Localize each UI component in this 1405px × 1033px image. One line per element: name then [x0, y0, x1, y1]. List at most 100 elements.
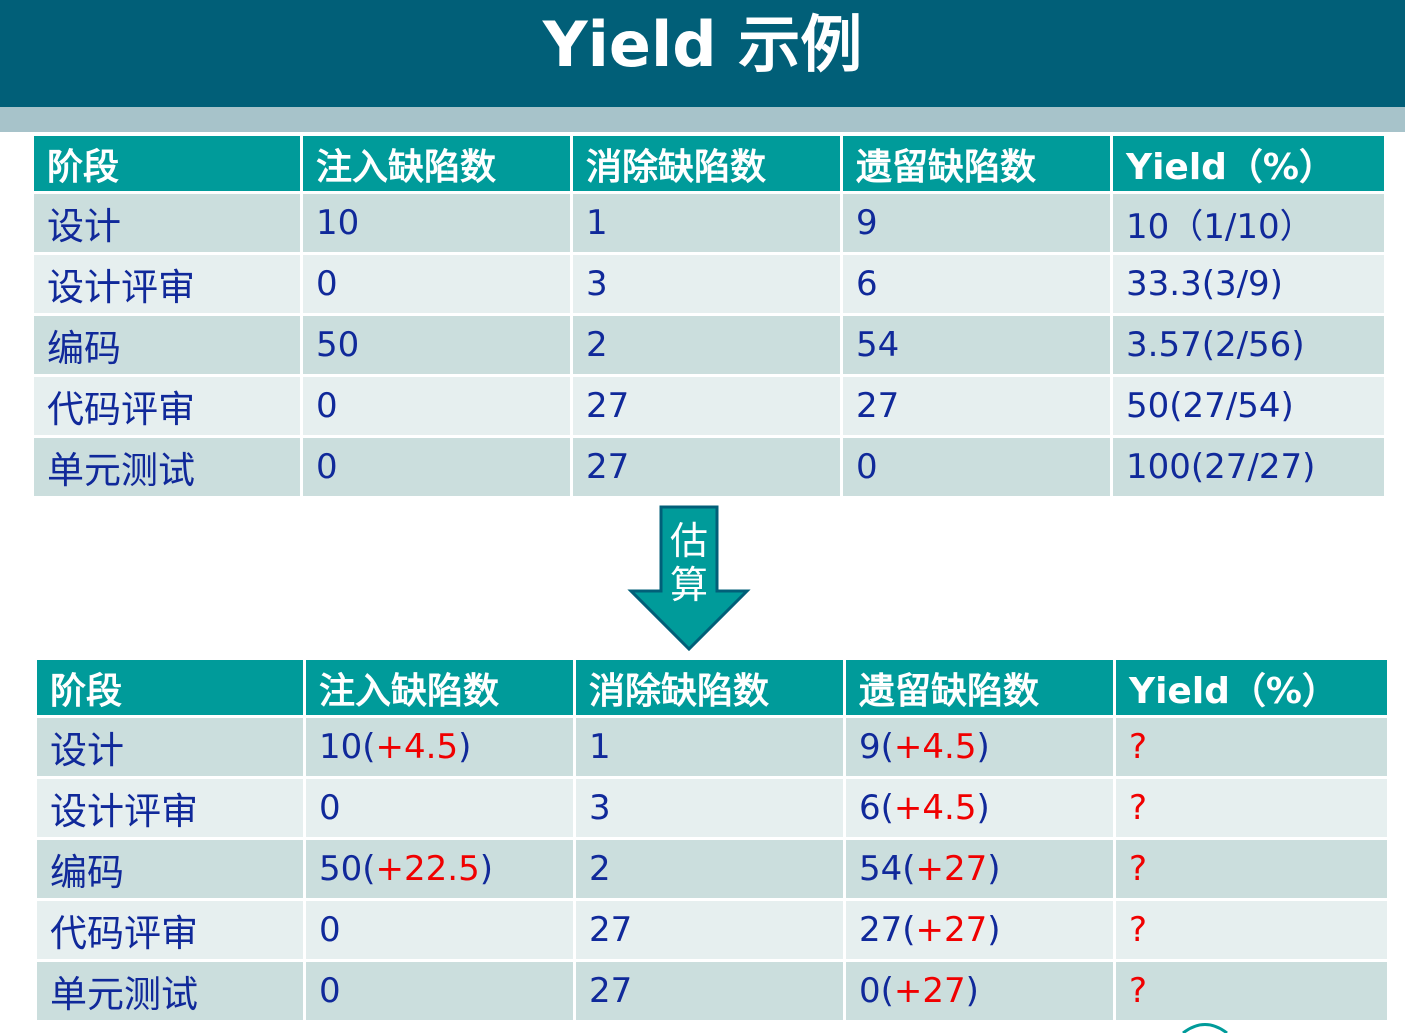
value-cell: ? [1116, 779, 1387, 837]
column-header: 注入缺陷数 [303, 136, 570, 191]
table-row: 代码评审 0 27 27 50(27/54) [34, 377, 1384, 435]
value-cell: 50 [303, 316, 570, 374]
yield-table-original: 阶段 注入缺陷数 消除缺陷数 遗留缺陷数 Yield（%） 设计 10 1 9 10（1/10）… [31, 133, 1387, 499]
table-row: 单元测试 0 27 0(+27)? [37, 962, 1387, 1020]
cell-text: 6( [859, 788, 894, 828]
table-header-row: 阶段 注入缺陷数 消除缺陷数 遗留缺陷数 Yield（%） [34, 136, 1384, 191]
value-cell: 50(27/54) [1113, 377, 1384, 435]
arrow-label-char: 估 [669, 519, 708, 563]
value-cell: 3.57(2/56) [1113, 316, 1384, 374]
column-header: 阶段 [34, 136, 300, 191]
estimate-delta: +27 [893, 971, 966, 1011]
value-cell: 27 [843, 377, 1110, 435]
estimate-delta: ? [1129, 910, 1148, 950]
value-cell: 3 [576, 779, 843, 837]
stage-cell: 设计 [37, 718, 303, 776]
table-header-row: 阶段 注入缺陷数 消除缺陷数 遗留缺陷数 Yield（%） [37, 660, 1387, 715]
table-row: 编码 50(+22.5) 2 54(+27)? [37, 840, 1387, 898]
column-header: 阶段 [37, 660, 303, 715]
value-cell: 0 [843, 438, 1110, 496]
stage-cell: 设计评审 [34, 255, 300, 313]
estimate-delta: ? [1129, 971, 1148, 1011]
value-cell: 6 [843, 255, 1110, 313]
estimate-delta: ? [1129, 727, 1148, 767]
value-cell: ? [1116, 901, 1387, 959]
value-cell: 0 [306, 962, 573, 1020]
value-cell: 50(+22.5) [306, 840, 573, 898]
cell-text: ) [976, 727, 990, 767]
value-cell: 6(+4.5) [846, 779, 1113, 837]
value-cell: 9(+4.5) [846, 718, 1113, 776]
value-cell: 27(+27) [846, 901, 1113, 959]
estimate-delta: +4.5 [893, 727, 977, 767]
title-accent-strip [0, 107, 1405, 132]
value-cell: 27 [576, 962, 843, 1020]
column-header: 消除缺陷数 [573, 136, 840, 191]
column-header: 注入缺陷数 [306, 660, 573, 715]
table-row: 设计评审 0 3 6(+4.5)? [37, 779, 1387, 837]
value-cell: 10(+4.5) [306, 718, 573, 776]
column-header: Yield（%） [1116, 660, 1387, 715]
estimate-arrow: 估算 [627, 505, 751, 652]
table-row: 设计 10 1 9 10（1/10） [34, 194, 1384, 252]
table-row: 编码 50 2 54 3.57(2/56) [34, 316, 1384, 374]
cell-text: ) [976, 788, 990, 828]
value-cell: 54 [843, 316, 1110, 374]
cell-text: 50( [319, 849, 376, 889]
estimate-delta: +4.5 [893, 788, 977, 828]
value-cell: 27 [576, 901, 843, 959]
value-cell: 0 [306, 779, 573, 837]
value-cell: 54(+27) [846, 840, 1113, 898]
value-cell: ? [1116, 840, 1387, 898]
value-cell: 10（1/10） [1113, 194, 1384, 252]
cell-text: ) [987, 849, 1001, 889]
estimate-delta: +22.5 [375, 849, 480, 889]
cell-text: ) [965, 971, 979, 1011]
stage-cell: 代码评审 [37, 901, 303, 959]
cell-text: ) [479, 849, 493, 889]
value-cell: 100(27/27) [1113, 438, 1384, 496]
value-cell: 10 [303, 194, 570, 252]
table-row: 设计 10(+4.5) 1 9(+4.5)? [37, 718, 1387, 776]
yield-table-estimated: 阶段 注入缺陷数 消除缺陷数 遗留缺陷数 Yield（%） 设计 10(+4.5) 1 9(+… [34, 657, 1390, 1023]
stage-cell: 编码 [37, 840, 303, 898]
column-header: 遗留缺陷数 [846, 660, 1113, 715]
cell-text: 27( [859, 910, 916, 950]
arrow-label-char: 算 [669, 563, 708, 607]
value-cell: 0(+27) [846, 962, 1113, 1020]
estimate-delta: +27 [915, 910, 988, 950]
stage-cell: 代码评审 [34, 377, 300, 435]
table-row: 代码评审 0 27 27(+27)? [37, 901, 1387, 959]
cell-text: 10( [319, 727, 376, 767]
column-header: Yield（%） [1113, 136, 1384, 191]
table-row: 单元测试 0 27 0 100(27/27) [34, 438, 1384, 496]
value-cell: 27 [573, 377, 840, 435]
cell-text: ) [987, 910, 1001, 950]
value-cell: 2 [573, 316, 840, 374]
page-title: Yield 示例 [542, 8, 863, 81]
stage-cell: 设计 [34, 194, 300, 252]
value-cell: 27 [573, 438, 840, 496]
value-cell: ? [1116, 718, 1387, 776]
estimate-delta: ? [1129, 788, 1148, 828]
value-cell: 1 [576, 718, 843, 776]
stage-cell: 单元测试 [34, 438, 300, 496]
stage-cell: 设计评审 [37, 779, 303, 837]
cell-text: ) [458, 727, 472, 767]
cell-text: 0( [859, 971, 894, 1011]
value-cell: 9 [843, 194, 1110, 252]
value-cell: 0 [303, 438, 570, 496]
table-row: 设计评审 0 3 6 33.3(3/9) [34, 255, 1384, 313]
value-cell: 1 [573, 194, 840, 252]
value-cell: 0 [303, 377, 570, 435]
value-cell: 2 [576, 840, 843, 898]
estimate-delta: +4.5 [375, 727, 459, 767]
cell-text: 9( [859, 727, 894, 767]
column-header: 遗留缺陷数 [843, 136, 1110, 191]
stage-cell: 编码 [34, 316, 300, 374]
value-cell: 0 [303, 255, 570, 313]
column-header: 消除缺陷数 [576, 660, 843, 715]
stage-cell: 单元测试 [37, 962, 303, 1020]
value-cell: ? [1116, 962, 1387, 1020]
corner-decoration-icon [1182, 1023, 1228, 1033]
